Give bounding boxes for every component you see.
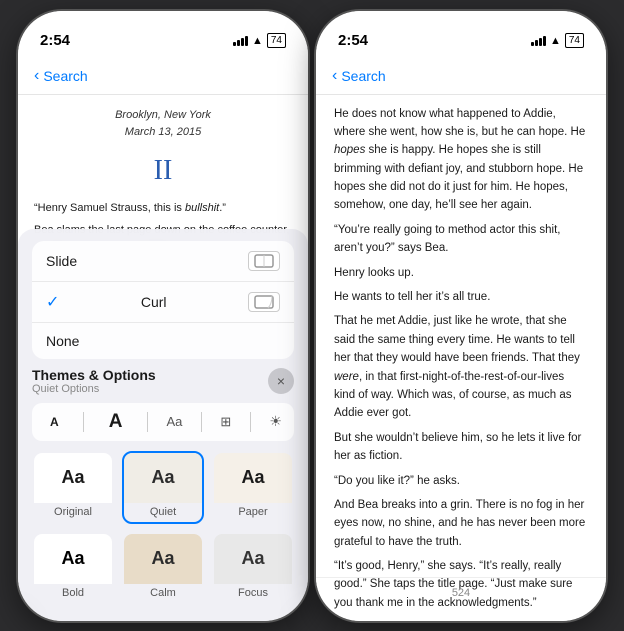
divider-4: [250, 412, 251, 432]
time-right: 2:54: [338, 32, 368, 49]
layout-icon[interactable]: ⊞: [220, 414, 231, 430]
right-phone: 2:54 ▲ 74 ‹ Search He does not: [316, 11, 606, 621]
book-content-right: He does not know what happened to Addie,…: [316, 95, 606, 621]
theme-original-preview: Aa: [34, 453, 112, 503]
time-left: 2:54: [40, 32, 70, 49]
page-number: 524: [316, 577, 606, 608]
rp-2: “You’re really going to method actor thi…: [334, 221, 588, 258]
overlay-panel: Slide ✓ Curl: [18, 229, 308, 621]
theme-bold-preview: Aa: [34, 534, 112, 584]
rp-5: That he met Addie, just like he wrote, t…: [334, 312, 588, 422]
slide-icon: [248, 251, 280, 271]
divider-1: [83, 412, 84, 432]
none-option-row[interactable]: None: [32, 323, 294, 359]
brightness-icon[interactable]: ☀: [269, 413, 282, 430]
rp-8: And Bea breaks into a grin. There is no …: [334, 496, 588, 551]
font-decrease-button[interactable]: A: [44, 413, 65, 431]
themes-subtitle: Quiet Options: [32, 383, 156, 395]
rp-4: He wants to tell her it’s all true.: [334, 288, 588, 306]
curl-label: Curl: [141, 294, 167, 310]
theme-original[interactable]: Aa Original: [32, 451, 114, 524]
phones-container: 2:54 ▲ 74 ‹ Search Brooklyn, Ne: [0, 0, 624, 631]
back-button-right[interactable]: ‹ Search: [332, 67, 386, 85]
theme-quiet-preview: Aa: [124, 453, 202, 503]
themes-header: Themes & Options Quiet Options ×: [32, 367, 294, 395]
battery-icon-right: 74: [565, 33, 584, 48]
theme-calm-preview: Aa: [124, 534, 202, 584]
theme-paper[interactable]: Aa Paper: [212, 451, 294, 524]
curl-icon: [248, 292, 280, 312]
theme-bold-label: Bold: [62, 587, 84, 599]
theme-original-label: Original: [54, 506, 92, 518]
theme-bold[interactable]: Aa Bold: [32, 532, 114, 605]
theme-focus[interactable]: Aa Focus: [212, 532, 294, 605]
rp-6: But she wouldn’t believe him, so he lets…: [334, 429, 588, 466]
left-phone: 2:54 ▲ 74 ‹ Search Brooklyn, Ne: [18, 11, 308, 621]
signal-icon: [233, 36, 248, 46]
status-bar-right: 2:54 ▲ 74: [316, 11, 606, 59]
paragraph-1: “Henry Samuel Strauss, this is bullshit.…: [34, 200, 292, 218]
close-button[interactable]: ×: [268, 368, 294, 394]
divider-3: [201, 412, 202, 432]
nav-bar-right: ‹ Search: [316, 59, 606, 95]
rp-3: Henry looks up.: [334, 264, 588, 282]
theme-focus-label: Focus: [238, 587, 268, 599]
themes-title: Themes & Options: [32, 367, 156, 383]
slide-option-row[interactable]: Slide: [32, 241, 294, 282]
curl-option-row[interactable]: ✓ Curl: [32, 282, 294, 323]
transition-options: Slide ✓ Curl: [32, 241, 294, 359]
divider-2: [147, 412, 148, 432]
back-label-left: Search: [43, 68, 87, 84]
rp-1: He does not know what happened to Addie,…: [334, 105, 588, 215]
nav-bar-left: ‹ Search: [18, 59, 308, 95]
chapter-number: II: [34, 149, 292, 192]
back-arrow-icon-right: ‹: [332, 67, 337, 85]
theme-quiet[interactable]: Aa Quiet: [122, 451, 204, 524]
theme-quiet-label: Quiet: [150, 506, 176, 518]
back-label-right: Search: [341, 68, 385, 84]
back-button-left[interactable]: ‹ Search: [34, 67, 88, 85]
signal-icon-right: [531, 36, 546, 46]
theme-paper-label: Paper: [238, 506, 267, 518]
back-arrow-icon: ‹: [34, 67, 39, 85]
status-icons-right: ▲ 74: [531, 33, 584, 48]
none-label: None: [46, 333, 79, 349]
wifi-icon-right: ▲: [550, 35, 561, 47]
rp-7: “Do you like it?” he asks.: [334, 472, 588, 490]
font-controls: A A Aa ⊞ ☀: [32, 403, 294, 441]
theme-paper-preview: Aa: [214, 453, 292, 503]
book-header: Brooklyn, New York March 13, 2015: [34, 107, 292, 141]
checkmark-icon: ✓: [46, 292, 59, 312]
status-bar-left: 2:54 ▲ 74: [18, 11, 308, 59]
wifi-icon: ▲: [252, 35, 263, 47]
theme-focus-preview: Aa: [214, 534, 292, 584]
theme-calm[interactable]: Aa Calm: [122, 532, 204, 605]
book-text-right: He does not know what happened to Addie,…: [334, 105, 588, 621]
book-location-line1: Brooklyn, New York: [34, 107, 292, 124]
themes-info: Themes & Options Quiet Options: [32, 367, 156, 395]
theme-calm-label: Calm: [150, 587, 176, 599]
rp-10: “What?”: [334, 618, 588, 620]
font-increase-button[interactable]: A: [103, 409, 129, 435]
font-style-icon[interactable]: Aa: [166, 414, 182, 429]
book-location-line2: March 13, 2015: [34, 124, 292, 141]
theme-grid: Aa Original Aa Quiet Aa Paper Aa Bold Aa: [32, 451, 294, 605]
status-icons-left: ▲ 74: [233, 33, 286, 48]
slide-label: Slide: [46, 253, 77, 269]
battery-icon: 74: [267, 33, 286, 48]
